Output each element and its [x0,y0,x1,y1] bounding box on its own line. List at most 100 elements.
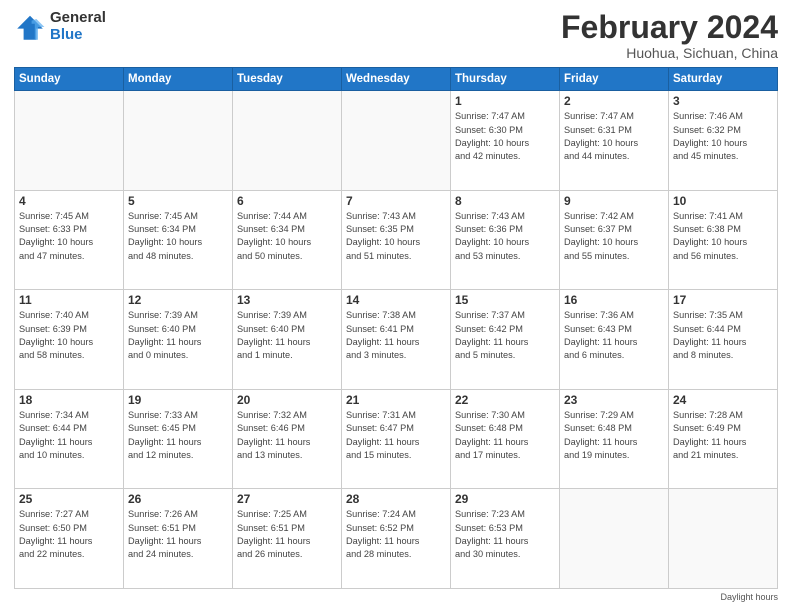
day-number: 5 [128,194,228,208]
col-monday: Monday [124,68,233,91]
logo-general: General [50,10,106,27]
day-number: 9 [564,194,664,208]
day-number: 26 [128,492,228,506]
day-info: Sunrise: 7:28 AM Sunset: 6:49 PM Dayligh… [673,409,773,462]
day-number: 27 [237,492,337,506]
day-number: 25 [19,492,119,506]
day-info: Sunrise: 7:30 AM Sunset: 6:48 PM Dayligh… [455,409,555,462]
calendar-cell: 29 Sunrise: 7:23 AM Sunset: 6:53 PM Dayli… [451,489,560,589]
logo-blue: Blue [50,27,106,44]
col-tuesday: Tuesday [233,68,342,91]
day-info: Sunrise: 7:42 AM Sunset: 6:37 PM Dayligh… [564,210,664,263]
day-number: 18 [19,393,119,407]
calendar-cell: 11 Sunrise: 7:40 AM Sunset: 6:39 PM Dayli… [15,290,124,390]
day-number: 16 [564,293,664,307]
day-number: 13 [237,293,337,307]
calendar-cell: 23Sunrise: 7:29 AM Sunset: 6:48 PM Dayli… [560,389,669,489]
calendar-cell: 5 Sunrise: 7:45 AM Sunset: 6:34 PM Daylig… [124,190,233,290]
day-info: Sunrise: 7:26 AM Sunset: 6:51 PM Dayligh… [128,508,228,561]
day-info: Sunrise: 7:31 AM Sunset: 6:47 PM Dayligh… [346,409,446,462]
calendar-cell [560,489,669,589]
header: General Blue February 2024 Huohua, Sichu… [14,10,778,61]
day-number: 1 [455,94,555,108]
day-number: 4 [19,194,119,208]
day-number: 15 [455,293,555,307]
day-info: Sunrise: 7:39 AM Sunset: 6:40 PM Dayligh… [237,309,337,362]
calendar-cell: 27 Sunrise: 7:25 AM Sunset: 6:51 PM Dayli… [233,489,342,589]
day-number: 29 [455,492,555,506]
day-info: Sunrise: 7:27 AM Sunset: 6:50 PM Dayligh… [19,508,119,561]
calendar-cell: 14 Sunrise: 7:38 AM Sunset: 6:41 PM Dayli… [342,290,451,390]
day-number: 19 [128,393,228,407]
calendar-cell [124,91,233,191]
day-info: Sunrise: 7:38 AM Sunset: 6:41 PM Dayligh… [346,309,446,362]
day-info: Sunrise: 7:39 AM Sunset: 6:40 PM Dayligh… [128,309,228,362]
calendar-cell: 28 Sunrise: 7:24 AM Sunset: 6:52 PM Dayli… [342,489,451,589]
logo-icon [14,11,46,43]
day-number: 12 [128,293,228,307]
logo: General Blue [14,10,106,43]
day-info: Sunrise: 7:46 AM Sunset: 6:32 PM Dayligh… [673,110,773,163]
day-info: Sunrise: 7:41 AM Sunset: 6:38 PM Dayligh… [673,210,773,263]
page: General Blue February 2024 Huohua, Sichu… [0,0,792,612]
day-info: Sunrise: 7:35 AM Sunset: 6:44 PM Dayligh… [673,309,773,362]
day-info: Sunrise: 7:44 AM Sunset: 6:34 PM Dayligh… [237,210,337,263]
day-info: Sunrise: 7:33 AM Sunset: 6:45 PM Dayligh… [128,409,228,462]
calendar-cell: 13 Sunrise: 7:39 AM Sunset: 6:40 PM Dayli… [233,290,342,390]
day-number: 22 [455,393,555,407]
day-info: Sunrise: 7:24 AM Sunset: 6:52 PM Dayligh… [346,508,446,561]
day-info: Sunrise: 7:47 AM Sunset: 6:30 PM Dayligh… [455,110,555,163]
week-row-1: 1 Sunrise: 7:47 AM Sunset: 6:30 PM Daylig… [15,91,778,191]
day-number: 11 [19,293,119,307]
calendar-cell: 22 Sunrise: 7:30 AM Sunset: 6:48 PM Dayli… [451,389,560,489]
day-info: Sunrise: 7:25 AM Sunset: 6:51 PM Dayligh… [237,508,337,561]
day-number: 10 [673,194,773,208]
calendar-cell: 25 Sunrise: 7:27 AM Sunset: 6:50 PM Dayli… [15,489,124,589]
calendar-cell [15,91,124,191]
day-number: 14 [346,293,446,307]
calendar-cell: 26 Sunrise: 7:26 AM Sunset: 6:51 PM Dayli… [124,489,233,589]
day-info: Sunrise: 7:43 AM Sunset: 6:36 PM Dayligh… [455,210,555,263]
col-sunday: Sunday [15,68,124,91]
calendar-cell: 21 Sunrise: 7:31 AM Sunset: 6:47 PM Dayli… [342,389,451,489]
calendar-cell: 9 Sunrise: 7:42 AM Sunset: 6:37 PM Daylig… [560,190,669,290]
calendar-cell: 1 Sunrise: 7:47 AM Sunset: 6:30 PM Daylig… [451,91,560,191]
day-number: 21 [346,393,446,407]
title-block: February 2024 Huohua, Sichuan, China [561,10,778,61]
calendar-cell: 12 Sunrise: 7:39 AM Sunset: 6:40 PM Dayli… [124,290,233,390]
day-info: Sunrise: 7:45 AM Sunset: 6:34 PM Dayligh… [128,210,228,263]
calendar-cell: 16 Sunrise: 7:36 AM Sunset: 6:43 PM Dayli… [560,290,669,390]
day-number: 20 [237,393,337,407]
day-number: 24 [673,393,773,407]
col-saturday: Saturday [669,68,778,91]
day-number: 8 [455,194,555,208]
day-number: 17 [673,293,773,307]
day-number: 7 [346,194,446,208]
day-info: Sunrise: 7:37 AM Sunset: 6:42 PM Dayligh… [455,309,555,362]
calendar-cell: 19 Sunrise: 7:33 AM Sunset: 6:45 PM Dayli… [124,389,233,489]
month-title: February 2024 [561,10,778,45]
day-info: Sunrise: 7:47 AM Sunset: 6:31 PM Dayligh… [564,110,664,163]
calendar-cell: 20 Sunrise: 7:32 AM Sunset: 6:46 PM Dayli… [233,389,342,489]
day-number: 3 [673,94,773,108]
col-thursday: Thursday [451,68,560,91]
day-info: Sunrise: 7:36 AM Sunset: 6:43 PM Dayligh… [564,309,664,362]
day-info: Sunrise: 7:40 AM Sunset: 6:39 PM Dayligh… [19,309,119,362]
calendar-cell [233,91,342,191]
col-friday: Friday [560,68,669,91]
calendar-cell: 24 Sunrise: 7:28 AM Sunset: 6:49 PM Dayli… [669,389,778,489]
calendar-cell: 7Sunrise: 7:43 AM Sunset: 6:35 PM Daylig… [342,190,451,290]
calendar-cell [342,91,451,191]
col-wednesday: Wednesday [342,68,451,91]
calendar-cell: 4Sunrise: 7:45 AM Sunset: 6:33 PM Daylig… [15,190,124,290]
day-info: Sunrise: 7:32 AM Sunset: 6:46 PM Dayligh… [237,409,337,462]
day-number: 28 [346,492,446,506]
day-info: Sunrise: 7:34 AM Sunset: 6:44 PM Dayligh… [19,409,119,462]
day-number: 23 [564,393,664,407]
calendar-cell: 2Sunrise: 7:47 AM Sunset: 6:31 PM Daylig… [560,91,669,191]
calendar-header-row: Sunday Monday Tuesday Wednesday Thursday… [15,68,778,91]
week-row-4: 18 Sunrise: 7:34 AM Sunset: 6:44 PM Dayli… [15,389,778,489]
calendar-cell: 10 Sunrise: 7:41 AM Sunset: 6:38 PM Dayli… [669,190,778,290]
day-info: Sunrise: 7:23 AM Sunset: 6:53 PM Dayligh… [455,508,555,561]
calendar-cell: 17 Sunrise: 7:35 AM Sunset: 6:44 PM Dayli… [669,290,778,390]
